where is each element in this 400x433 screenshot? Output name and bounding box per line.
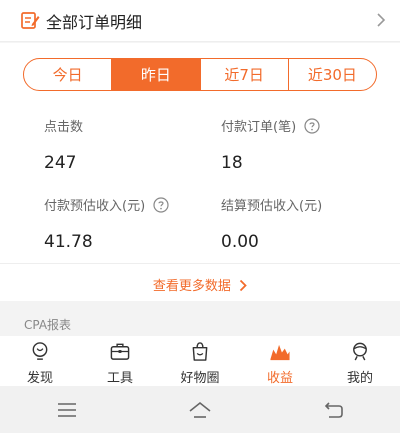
orders-detail-row[interactable]: 全部订单明细 — [0, 0, 400, 42]
back-icon[interactable] — [321, 400, 345, 420]
order-document-icon — [21, 12, 40, 29]
bottom-tab-bar: 发现 工具 好物圈 收益 我的 — [0, 336, 400, 386]
stat-clicks: 点击数 247 — [44, 116, 83, 173]
view-more-data-label: 查看更多数据 — [152, 279, 231, 294]
nav-tools[interactable]: 工具 — [80, 336, 160, 386]
nav-tools-label: 工具 — [106, 371, 133, 386]
bag-icon — [192, 342, 208, 361]
nav-income[interactable]: 收益 — [240, 336, 320, 386]
tab-today[interactable]: 今日 — [24, 59, 113, 90]
help-icon[interactable] — [304, 117, 320, 134]
income-panel: 今日 昨日 近7日 近30日 点击数 247 付款订单(笔) 18 付款预估收入… — [0, 43, 400, 301]
orders-detail-title: 全部订单明细 — [46, 13, 143, 32]
chevron-right-icon — [239, 279, 247, 292]
stat-est-income-value: 41.78 — [44, 232, 93, 252]
nav-good-circle-label: 好物圈 — [180, 371, 220, 386]
tab-last-30-days[interactable]: 近30日 — [289, 59, 376, 90]
help-icon[interactable] — [153, 196, 169, 213]
tab-last-7-days[interactable]: 近7日 — [201, 59, 289, 90]
cpa-report-label: CPA报表 — [24, 318, 72, 332]
stat-settle-income: 结算预估收入(元) 0.00 — [221, 195, 322, 252]
nav-discover[interactable]: 发现 — [0, 336, 80, 386]
stat-clicks-value: 247 — [44, 153, 77, 173]
toolbox-icon — [110, 343, 130, 360]
bulb-icon — [32, 342, 48, 360]
stat-est-income-label: 付款预估收入(元) — [44, 199, 146, 214]
nav-discover-label: 发现 — [26, 371, 53, 386]
stat-clicks-label: 点击数 — [44, 120, 84, 135]
stat-paid-orders-value: 18 — [221, 153, 243, 173]
stat-settle-income-value: 0.00 — [221, 232, 259, 252]
menu-icon[interactable] — [55, 400, 79, 420]
stat-est-income: 付款预估收入(元) 41.78 — [44, 195, 169, 252]
divider — [0, 263, 400, 264]
chevron-right-icon — [377, 13, 386, 27]
stat-settle-income-label: 结算预估收入(元) — [221, 199, 323, 214]
home-icon[interactable] — [188, 400, 212, 420]
nav-mine[interactable]: 我的 — [320, 336, 400, 386]
nav-good-circle[interactable]: 好物圈 — [160, 336, 240, 386]
nav-income-label: 收益 — [266, 371, 293, 386]
stat-paid-orders-label: 付款订单(笔) — [221, 120, 297, 135]
chart-icon — [270, 344, 290, 361]
nav-mine-label: 我的 — [346, 371, 373, 386]
person-icon — [353, 342, 367, 361]
stat-paid-orders: 付款订单(笔) 18 — [221, 116, 320, 173]
view-more-data-link[interactable]: 查看更多数据 — [0, 275, 400, 294]
system-nav-bar — [0, 386, 400, 433]
tab-yesterday[interactable]: 昨日 — [112, 59, 201, 90]
date-range-tabs: 今日 昨日 近7日 近30日 — [23, 58, 377, 91]
